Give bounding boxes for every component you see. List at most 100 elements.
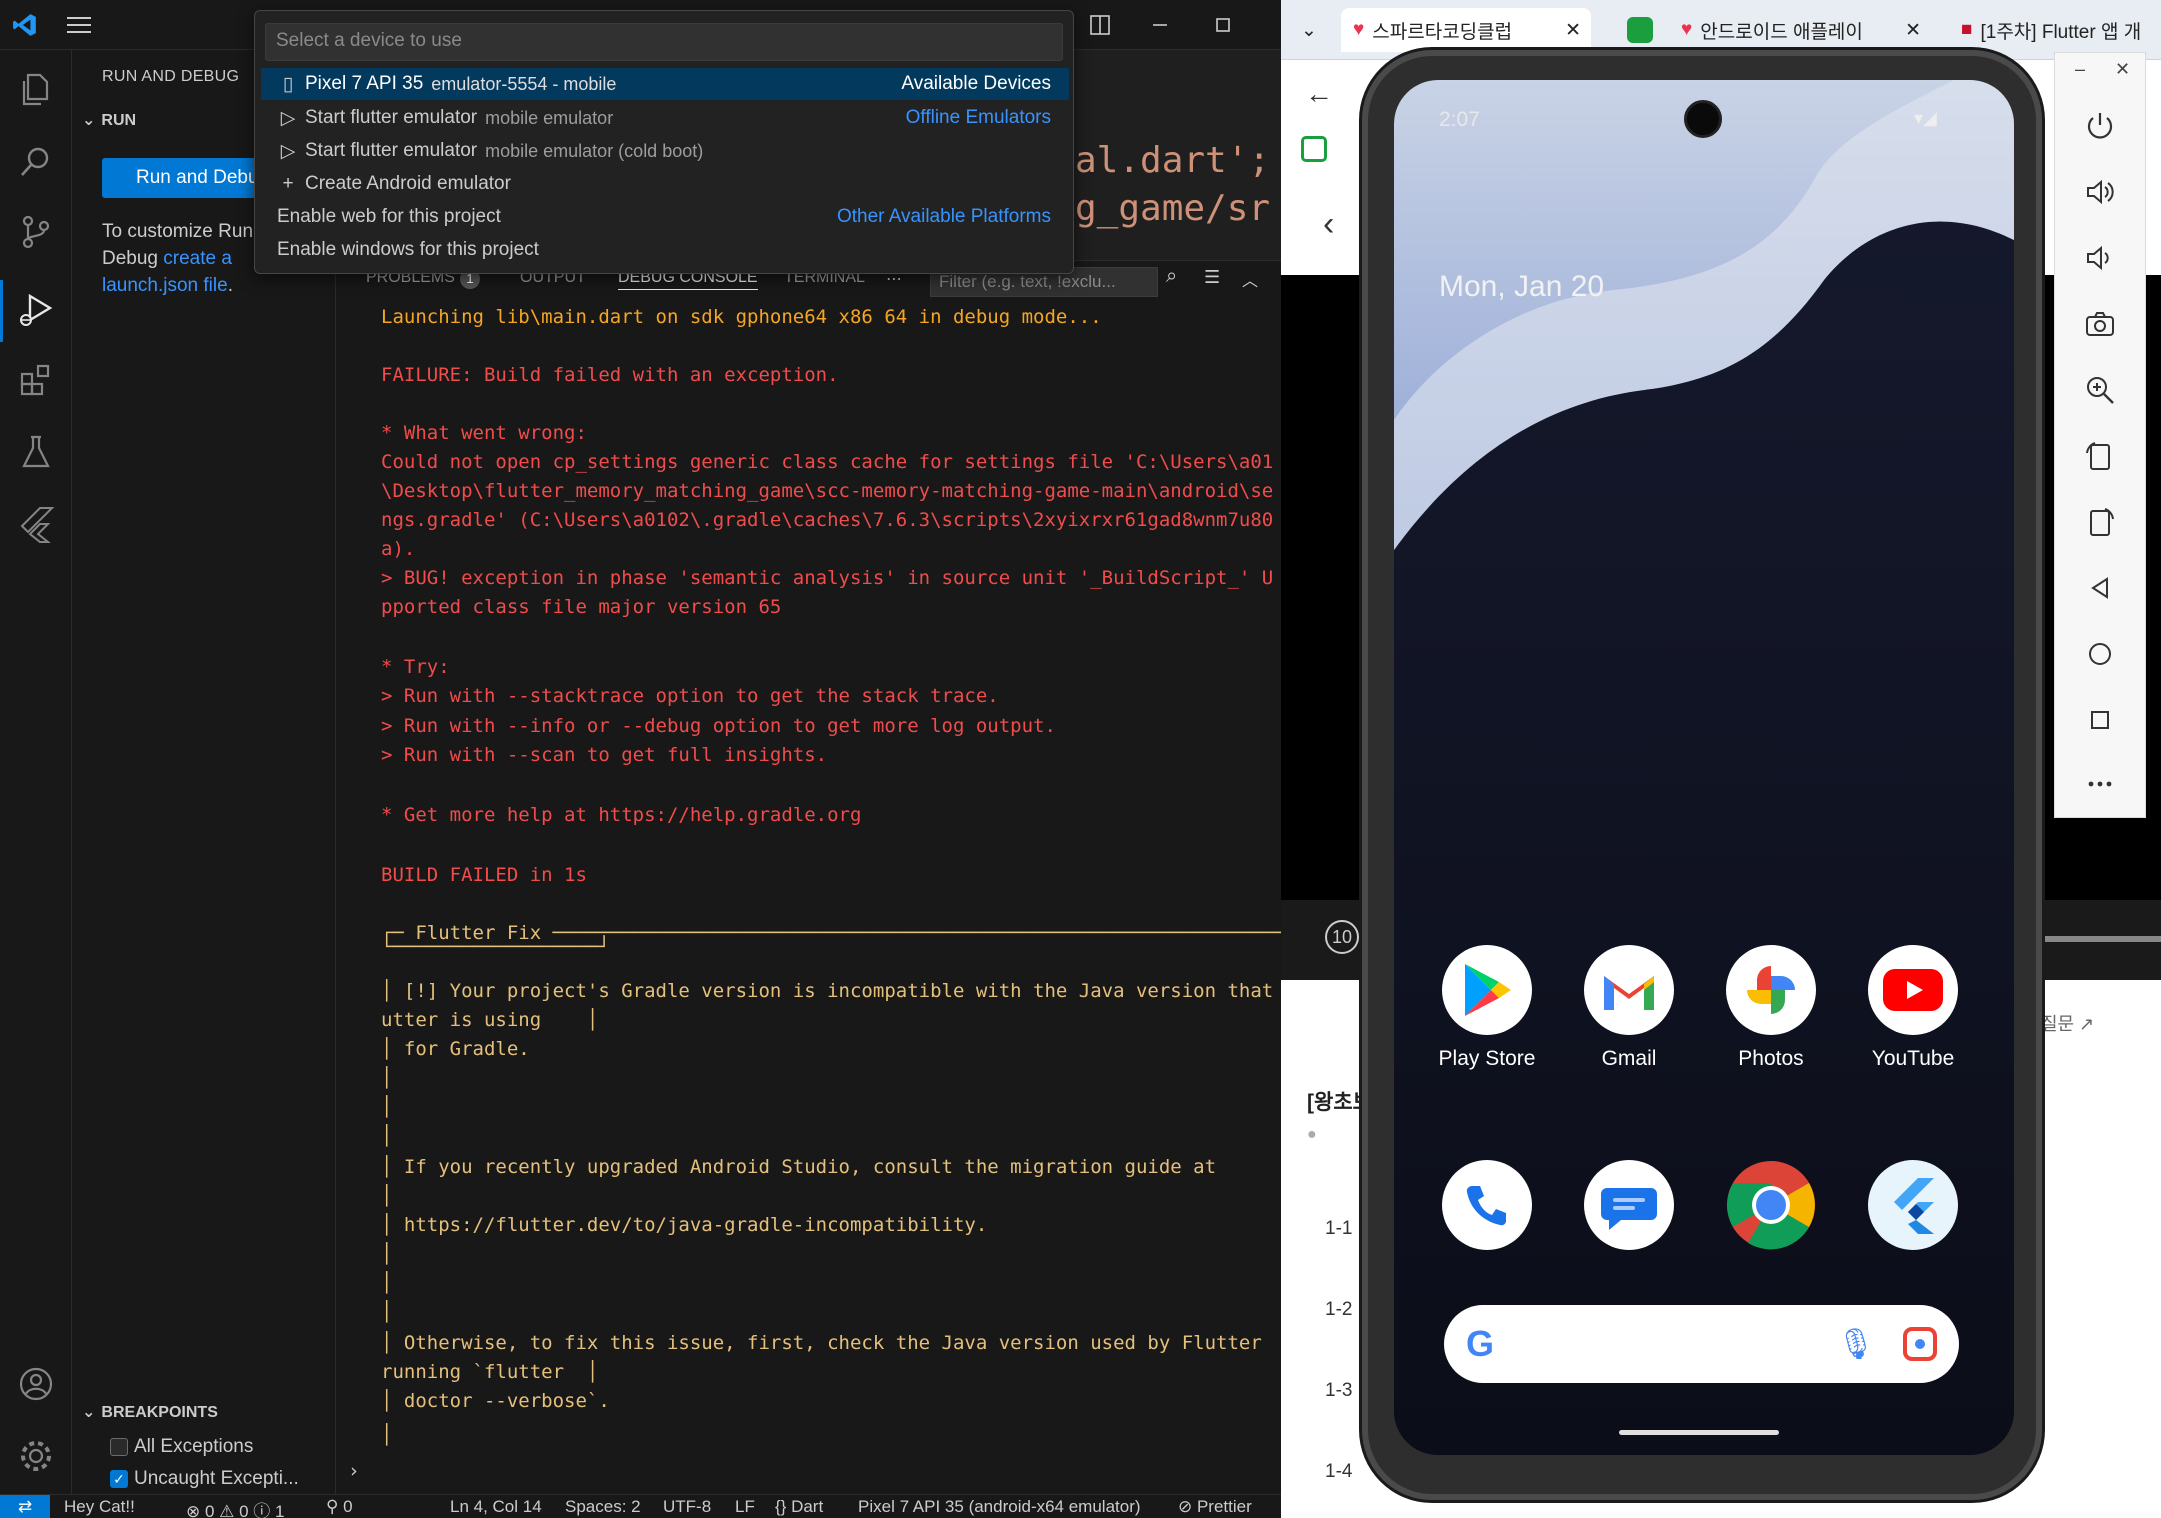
browser-tab[interactable]: ■ [1주차] Flutter 앱 개	[1961, 8, 2161, 52]
minimize-icon[interactable]	[1145, 10, 1175, 40]
quick-pick-item-enable-web[interactable]: Enable web for this project Other Availa…	[261, 201, 1069, 233]
power-icon[interactable]	[2077, 103, 2123, 149]
run-section-header[interactable]: ⌄ RUN	[82, 110, 136, 130]
emulator-screen[interactable]: 2:07 ▾◢ Mon, Jan 20 Play Store Gmail Pho…	[1394, 80, 2014, 1455]
status-language[interactable]: {} Dart	[775, 1497, 823, 1517]
code-line[interactable]: g_game/sr	[1075, 188, 1270, 229]
status-cursor-position[interactable]: Ln 4, Col 14	[450, 1497, 542, 1517]
status-hey-cat[interactable]: Hey Cat!!	[64, 1497, 135, 1517]
extensions-icon[interactable]	[14, 358, 58, 402]
status-ports[interactable]: ⚲ 0	[326, 1497, 353, 1517]
maximize-icon[interactable]	[1208, 10, 1238, 40]
chevron-up-icon[interactable]: ︿	[1242, 267, 1258, 291]
debug-console-output[interactable]: Launching lib\main.dart on sdk gphone64 …	[336, 300, 1281, 1494]
qp-desc: mobile emulator (cold boot)	[485, 140, 704, 161]
volume-down-icon[interactable]	[2077, 235, 2123, 281]
back-arrow-icon[interactable]: ←	[1305, 78, 1333, 110]
toggle-panel-icon[interactable]	[1085, 10, 1115, 40]
rotate-right-icon[interactable]	[2077, 499, 2123, 545]
filter-search-icon[interactable]: ⌕	[1166, 265, 1177, 288]
microphone-icon[interactable]: 🎙	[1837, 1327, 1875, 1362]
console-line: │	[381, 1272, 393, 1294]
app-youtube[interactable]: YouTube	[1853, 945, 1973, 1071]
app-play-store[interactable]: Play Store	[1427, 945, 1547, 1071]
clear-console-icon[interactable]: ☰	[1204, 267, 1220, 288]
console-prompt-chevron-icon[interactable]: ›	[348, 1460, 359, 1482]
close-tab-icon[interactable]: ✕	[1905, 19, 1921, 42]
extension-icon[interactable]	[1301, 136, 1327, 162]
more-options-icon[interactable]	[2077, 761, 2123, 807]
run-debug-icon[interactable]	[14, 288, 58, 332]
minimize-icon[interactable]: –	[2075, 59, 2085, 80]
app-messages[interactable]	[1569, 1160, 1689, 1262]
breakpoint-all-exceptions[interactable]: All Exceptions	[110, 1436, 253, 1458]
back-triangle-icon[interactable]	[2077, 565, 2123, 611]
camera-screenshot-icon[interactable]	[2077, 301, 2123, 347]
console-line: > Run with --info or --debug option to g…	[381, 715, 1056, 737]
browser-tab[interactable]: ♥ 스파르타코딩클럽 ✕	[1341, 8, 1591, 52]
app-flutter[interactable]	[1853, 1160, 1973, 1262]
quick-pick-item-start-emulator[interactable]: ▷ Start flutter emulator mobile emulator…	[261, 102, 1069, 134]
close-icon[interactable]: ✕	[2115, 59, 2130, 80]
home-date[interactable]: Mon, Jan 20	[1439, 270, 1604, 304]
google-lens-icon[interactable]	[1903, 1327, 1937, 1361]
console-line: │ If you recently upgraded Android Studi…	[381, 1156, 1217, 1178]
search-icon[interactable]	[14, 140, 58, 184]
green-favicon-icon[interactable]	[1627, 8, 1667, 52]
progress-bar[interactable]	[2041, 936, 2161, 942]
lesson-item[interactable]: 1-2	[1325, 1299, 1352, 1321]
status-encoding[interactable]: UTF-8	[663, 1497, 711, 1517]
status-time: 2:07	[1439, 108, 1480, 131]
overview-square-icon[interactable]	[2077, 697, 2123, 743]
flutter-icon	[1868, 1160, 1958, 1250]
zoom-icon[interactable]	[2077, 367, 2123, 413]
quick-pick-item-create-emulator[interactable]: + Create Android emulator	[261, 168, 1069, 200]
checkbox-checked[interactable]: ✓	[110, 1470, 128, 1488]
browser-tab-title: [1주차] Flutter 앱 개	[1980, 21, 2142, 43]
breakpoint-uncaught-exceptions[interactable]: ✓ Uncaught Excepti...	[110, 1468, 299, 1490]
app-phone[interactable]	[1427, 1160, 1547, 1262]
rotate-left-icon[interactable]	[2077, 433, 2123, 479]
home-circle-icon[interactable]	[2077, 631, 2123, 677]
status-eol[interactable]: LF	[735, 1497, 755, 1517]
qp-label: Pixel 7 API 35	[305, 73, 424, 94]
question-link[interactable]: 질문 ↗	[2041, 1010, 2094, 1036]
console-line: │ Otherwise, to fix this issue, first, c…	[381, 1332, 1262, 1354]
close-tab-icon[interactable]: ✕	[1565, 19, 1581, 42]
quick-pick-item-pixel7[interactable]: ▯ Pixel 7 API 35 emulator-5554 - mobile …	[261, 68, 1069, 100]
google-search-bar[interactable]: G 🎙	[1444, 1305, 1959, 1383]
status-indentation[interactable]: Spaces: 2	[565, 1497, 641, 1517]
quick-pick-item-enable-windows[interactable]: Enable windows for this project	[261, 234, 1069, 266]
app-chrome[interactable]	[1711, 1160, 1831, 1262]
breakpoints-header[interactable]: ⌄ BREAKPOINTS	[82, 1402, 218, 1422]
lesson-item[interactable]: 1-3	[1325, 1380, 1352, 1402]
source-control-icon[interactable]	[14, 210, 58, 254]
lesson-item[interactable]: 1-1	[1325, 1218, 1352, 1240]
device-search-input[interactable]: Select a device to use	[265, 23, 1063, 61]
status-problems[interactable]: ⊗ 0 ⚠ 0 ⓘ 1	[186, 1497, 284, 1518]
account-icon[interactable]	[14, 1362, 58, 1406]
volume-up-icon[interactable]	[2077, 169, 2123, 215]
gmail-icon	[1584, 945, 1674, 1035]
settings-gear-icon[interactable]	[14, 1434, 58, 1478]
explorer-icon[interactable]	[14, 67, 58, 111]
tab-list-chevron-icon[interactable]: ⌄	[1289, 8, 1329, 52]
quick-pick-item-start-emulator-cold[interactable]: ▷ Start flutter emulator mobile emulator…	[261, 135, 1069, 167]
app-photos[interactable]: Photos	[1711, 945, 1831, 1071]
question-link-label: 질문	[2041, 1014, 2075, 1034]
lesson-item[interactable]: 1-4	[1325, 1461, 1352, 1483]
remote-icon[interactable]: ⇄	[0, 1495, 50, 1518]
console-line: > BUG! exception in phase 'semantic anal…	[381, 567, 1274, 589]
gesture-home-bar[interactable]	[1619, 1430, 1779, 1435]
flutter-sidebar-icon[interactable]	[14, 502, 58, 546]
status-device[interactable]: Pixel 7 API 35 (android-x64 emulator)	[858, 1497, 1141, 1517]
page-back-chevron-icon[interactable]: ‹	[1323, 205, 1334, 244]
testing-icon[interactable]	[14, 430, 58, 474]
code-line[interactable]: al.dart';	[1075, 140, 1270, 181]
app-gmail[interactable]: Gmail	[1569, 945, 1689, 1071]
browser-tab[interactable]: ♥ 안드로이드 애플레이 ✕	[1681, 8, 1921, 52]
status-prettier[interactable]: ⊘ Prettier	[1178, 1497, 1252, 1517]
menu-icon[interactable]	[64, 10, 94, 40]
checkbox[interactable]	[110, 1438, 128, 1456]
rewind-10-icon[interactable]: 10	[1325, 920, 1359, 954]
